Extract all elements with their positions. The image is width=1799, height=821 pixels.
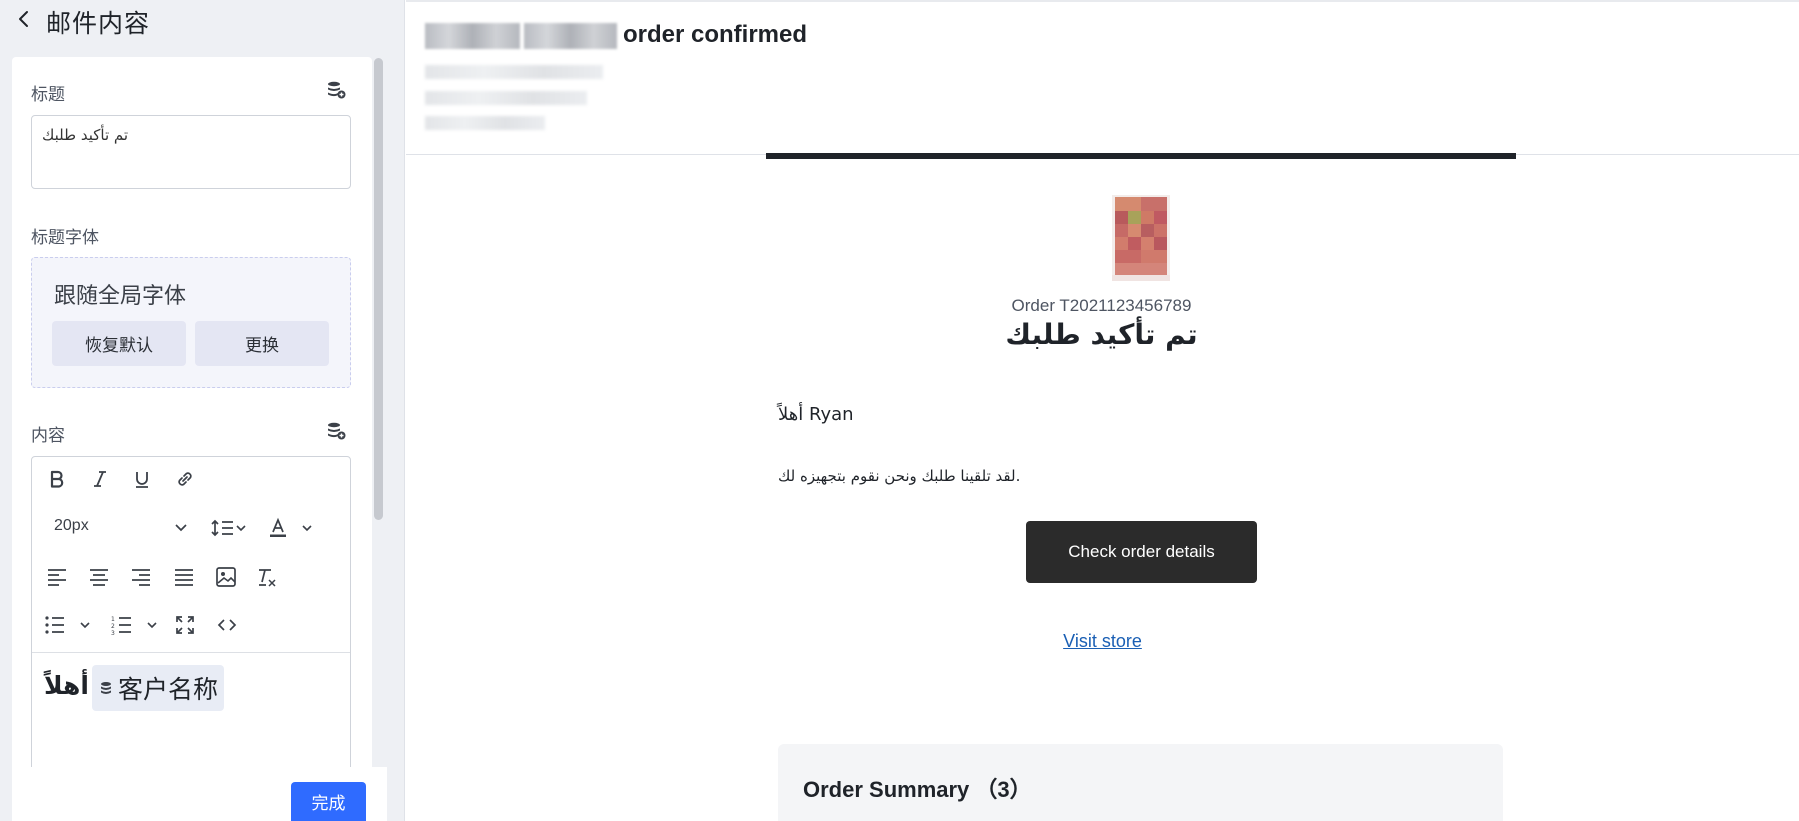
redacted-store-name — [425, 23, 520, 49]
redacted-sender — [425, 65, 603, 79]
order-number-text: Order T2021123456789 — [1011, 296, 1192, 315]
title-input-value: تم تأكيد طلبك — [42, 126, 129, 144]
insert-image-icon[interactable] — [213, 564, 239, 590]
clear-format-icon[interactable] — [254, 564, 280, 590]
email-subject: order confirmed — [623, 21, 808, 48]
variable-chip-label: 客户名称 — [118, 676, 219, 704]
check-order-details-button[interactable]: Check order details — [1026, 521, 1257, 583]
source-code-icon[interactable] — [214, 612, 240, 638]
line-height-icon[interactable] — [210, 515, 250, 541]
order-title: تم تأكيد طلبك — [406, 318, 1799, 351]
fullscreen-icon[interactable] — [172, 612, 198, 638]
panel-header: 邮件内容 — [0, 0, 405, 42]
redacted-date — [425, 116, 545, 130]
insert-variable-icon[interactable] — [326, 80, 346, 100]
database-icon — [101, 682, 111, 694]
align-center-icon[interactable] — [86, 564, 112, 590]
message-text: لقد تلقينا طلبك ونحن نقوم بتجهيزه لك. — [778, 467, 1021, 485]
align-justify-icon[interactable] — [171, 564, 197, 590]
order-summary-card: Order Summary （3） — [778, 744, 1503, 821]
done-button[interactable]: 完成 — [291, 782, 366, 821]
email-preview: order confirmed Order T2021123456789 تم … — [406, 0, 1799, 821]
customer-name-variable-chip[interactable]: 客户名称 — [92, 665, 225, 711]
settings-panel: 邮件内容 标题 تم تأكيد طلبك 标题字体 跟随全局字体 恢复默认 更… — [0, 0, 405, 821]
link-icon[interactable] — [172, 466, 198, 492]
visit-store-link[interactable]: Visit store — [1063, 631, 1142, 651]
title-font-box: 跟随全局字体 恢复默认 更换 — [31, 257, 351, 388]
order-number: Order T2021123456789 — [406, 296, 1799, 316]
align-right-icon[interactable] — [128, 564, 154, 590]
email-top-rule — [766, 153, 1516, 159]
align-left-icon[interactable] — [44, 564, 70, 590]
redacted-recipient — [425, 91, 587, 105]
svg-text:3: 3 — [111, 630, 115, 635]
greeting-text: أهلاً Ryan — [778, 404, 854, 425]
panel-title: 邮件内容 — [46, 10, 151, 38]
visit-store-row: Visit store — [406, 631, 1799, 652]
toolbar-row: 123 — [32, 607, 350, 647]
svg-text:2: 2 — [111, 623, 115, 630]
reset-font-button[interactable]: 恢复默认 — [52, 321, 186, 366]
email-header: order confirmed — [406, 2, 1799, 155]
panel-scrollbar[interactable] — [374, 58, 383, 520]
content-text: أهلاً — [44, 671, 89, 700]
order-title-text: تم تأكيد طلبك — [1005, 318, 1198, 351]
redacted-store-name — [524, 23, 617, 49]
font-size-select[interactable]: 20px — [54, 517, 89, 535]
back-arrow-icon[interactable] — [14, 7, 34, 31]
svg-text:1: 1 — [111, 616, 115, 623]
toolbar-row — [32, 559, 350, 599]
title-label: 标题 — [31, 85, 65, 104]
font-color-icon[interactable] — [268, 515, 318, 541]
title-font-label: 标题字体 — [31, 228, 99, 247]
current-font-name: 跟随全局字体 — [54, 283, 187, 308]
underline-icon[interactable] — [129, 466, 155, 492]
italic-icon[interactable] — [87, 466, 113, 492]
insert-variable-icon[interactable] — [326, 421, 346, 441]
toolbar-row — [32, 457, 350, 497]
settings-card: 标题 تم تأكيد طلبك 标题字体 跟随全局字体 恢复默认 更换 内容 — [12, 57, 372, 821]
chevron-down-icon[interactable] — [168, 515, 194, 541]
store-logo — [1112, 195, 1170, 281]
toolbar-row: 20px — [32, 510, 350, 550]
order-summary-title: Order Summary （3） — [803, 777, 1032, 802]
content-label: 内容 — [31, 426, 65, 445]
change-font-button[interactable]: 更换 — [195, 321, 329, 366]
numbered-list-icon[interactable]: 123 — [111, 612, 159, 638]
title-input[interactable]: تم تأكيد طلبك — [31, 115, 351, 189]
bullet-list-icon[interactable] — [44, 612, 92, 638]
bold-icon[interactable] — [44, 466, 70, 492]
